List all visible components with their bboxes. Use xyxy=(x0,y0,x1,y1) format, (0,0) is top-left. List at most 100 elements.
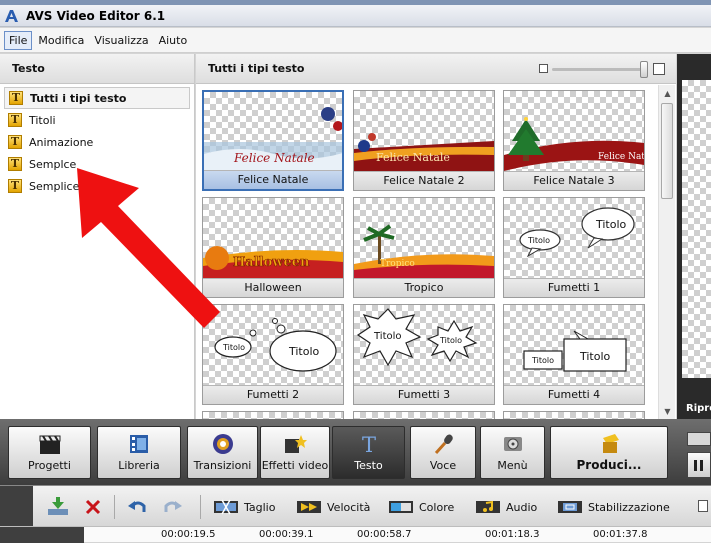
stabilization-icon xyxy=(558,498,582,516)
stabilization-button[interactable]: Stabilizzazione xyxy=(558,496,670,518)
template-thumbnail: Titolo Titolo xyxy=(203,305,343,385)
trim-label: Taglio xyxy=(244,500,276,514)
preview-panel: Ripro xyxy=(677,54,711,419)
template-thumbnail: Titolo Titolo xyxy=(504,305,644,385)
menu-visualizza[interactable]: Visualizza xyxy=(90,32,152,49)
timeline-ruler[interactable]: 00:00:19.5 00:00:39.1 00:00:58.7 00:01:1… xyxy=(0,526,711,543)
video-effects-label: Effetti video xyxy=(261,459,329,472)
templates-header: Tutti i tipi testo xyxy=(196,54,676,84)
panel-title: Testo xyxy=(0,54,194,84)
menu-aiuto[interactable]: Aiuto xyxy=(155,32,192,49)
zoom-slider-handle[interactable] xyxy=(640,61,648,78)
produce-button[interactable]: Produci... xyxy=(550,426,668,479)
category-item-all[interactable]: T Tutti i tipi testo xyxy=(4,87,190,109)
bubble-small-text: Titolo xyxy=(439,336,462,345)
text-type-icon: T xyxy=(8,113,22,127)
template-tile[interactable]: Felice Natale Felice Natale xyxy=(202,90,344,191)
category-item-semplce[interactable]: T Semplce xyxy=(4,153,190,175)
template-tile[interactable] xyxy=(202,411,344,419)
voice-label: Voce xyxy=(429,459,457,472)
bubble-small-text: Titolo xyxy=(222,343,245,352)
app-logo-icon xyxy=(4,8,20,24)
delete-button[interactable] xyxy=(84,496,108,518)
film-scissors-icon xyxy=(214,498,238,516)
timeline-toggle[interactable] xyxy=(0,486,33,527)
text-type-icon: T xyxy=(8,157,22,171)
menu-modifica[interactable]: Modifica xyxy=(34,32,88,49)
zoom-out-icon[interactable] xyxy=(539,64,548,73)
edit-toolbar-expand[interactable] xyxy=(698,500,708,512)
projects-button[interactable]: Progetti xyxy=(8,426,91,479)
main-toolbar: Progetti Libreria Transizioni Effetti vi… xyxy=(0,419,711,485)
template-tile[interactable] xyxy=(503,411,645,419)
template-caption: Fumetti 1 xyxy=(504,278,644,297)
template-tile[interactable]: Halloween Halloween xyxy=(202,197,344,298)
category-tree: T Tutti i tipi testo T Titoli T Animazio… xyxy=(0,84,194,200)
menu-bar: File Modifica Visualizza Aiuto xyxy=(0,28,711,53)
preview-canvas xyxy=(682,80,711,378)
template-thumbnail xyxy=(203,412,343,419)
tile-preview-text: Felice Natale xyxy=(233,151,315,165)
timeline-tick: 00:01:37.8 xyxy=(593,529,648,540)
zoom-in-icon[interactable] xyxy=(653,63,665,75)
toolbar-divider xyxy=(200,495,201,519)
category-item-animazione[interactable]: T Animazione xyxy=(4,131,190,153)
speed-button[interactable]: Velocità xyxy=(297,496,370,518)
pause-button[interactable] xyxy=(687,452,711,478)
template-thumbnail: Felice Natale xyxy=(204,92,342,170)
template-tile[interactable]: Felice Natale Felice Natale 3 xyxy=(503,90,645,191)
template-caption: Tropico xyxy=(354,278,494,297)
text-t-icon: T xyxy=(356,432,382,456)
timeline-import-button[interactable] xyxy=(46,496,76,518)
text-type-icon: T xyxy=(8,135,22,149)
template-tile[interactable]: Titolo Titolo Fumetti 4 xyxy=(503,304,645,405)
film-library-icon xyxy=(126,432,152,456)
tile-preview-text: Tropico xyxy=(380,259,415,269)
undo-icon xyxy=(126,498,148,516)
template-caption: Felice Natale 2 xyxy=(354,171,494,190)
audio-button[interactable]: Audio xyxy=(476,496,537,518)
text-label: Testo xyxy=(354,459,383,472)
zoom-slider[interactable] xyxy=(552,68,648,71)
scrollbar-thumb[interactable] xyxy=(661,103,673,199)
title-bar: AVS Video Editor 6.1 xyxy=(0,5,711,27)
bubble-big-text: Titolo xyxy=(373,331,402,342)
category-item-titoli[interactable]: T Titoli xyxy=(4,109,190,131)
menu-button[interactable]: Menù xyxy=(480,426,545,479)
template-tile[interactable]: Tropico Tropico xyxy=(353,197,495,298)
template-caption: Fumetti 3 xyxy=(354,385,494,404)
scroll-up-icon[interactable]: ▲ xyxy=(659,85,676,101)
template-tile[interactable]: Titolo Titolo Fumetti 1 xyxy=(503,197,645,298)
library-label: Libreria xyxy=(118,459,160,472)
tile-preview-text: Felice Natale xyxy=(598,152,644,162)
category-label: Semplice xyxy=(29,179,80,193)
template-thumbnail: Felice Natale xyxy=(504,91,644,171)
library-button[interactable]: Libreria xyxy=(97,426,181,479)
microphone-icon xyxy=(430,432,456,456)
transitions-button[interactable]: Transizioni xyxy=(187,426,258,479)
templates-title: Tutti i tipi testo xyxy=(208,62,305,75)
menu-file[interactable]: File xyxy=(4,30,33,50)
timeline-tick: 00:01:18.3 xyxy=(485,529,540,540)
volume-slider[interactable] xyxy=(687,432,711,446)
redo-icon xyxy=(162,498,184,516)
template-tile[interactable] xyxy=(353,411,495,419)
voice-button[interactable]: Voce xyxy=(410,426,476,479)
template-tile[interactable]: Titolo Titolo Fumetti 2 xyxy=(202,304,344,405)
template-tile[interactable]: Felice Natale Felice Natale 2 xyxy=(353,90,495,191)
category-item-semplice[interactable]: T Semplice xyxy=(4,175,190,197)
template-caption: Fumetti 2 xyxy=(203,385,343,404)
redo-button[interactable] xyxy=(162,496,190,518)
category-label: Semplce xyxy=(29,157,77,171)
scroll-down-icon[interactable]: ▼ xyxy=(659,403,676,419)
undo-button[interactable] xyxy=(126,496,154,518)
color-button[interactable]: Colore xyxy=(389,496,454,518)
trim-button[interactable]: Taglio xyxy=(214,496,275,518)
templates-scrollbar[interactable]: ▲ ▼ xyxy=(658,85,675,419)
text-button[interactable]: T Testo xyxy=(332,426,405,479)
category-label: Animazione xyxy=(29,135,94,149)
video-effects-button[interactable]: Effetti video xyxy=(260,426,330,479)
template-tile[interactable]: Titolo Titolo Fumetti 3 xyxy=(353,304,495,405)
template-caption: Felice Natale 3 xyxy=(504,171,644,190)
template-caption: Fumetti 4 xyxy=(504,385,644,404)
